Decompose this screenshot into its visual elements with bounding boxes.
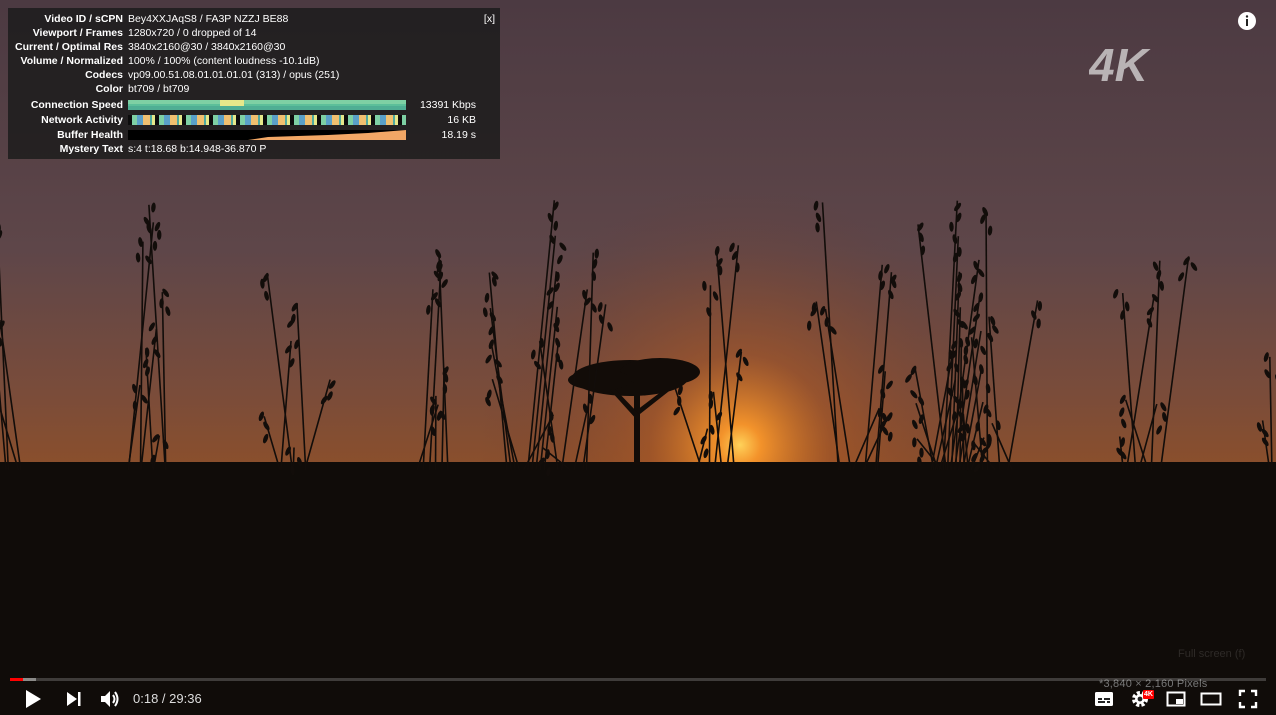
stat-value: vp09.00.51.08.01.01.01.01 (313) / opus (… [128,69,340,81]
next-icon[interactable] [64,688,84,710]
stat-label: Mystery Text [59,143,123,155]
fullscreen-tooltip: Full screen (f) [1178,648,1246,660]
stat-row: Current / Optimal Res 3840x2160@30 / 3840… [8,40,500,54]
progress-played [10,678,23,681]
stat-row: Video ID / sCPN Bey4XXJAqS8 / FA3P NZZJ B… [8,12,500,26]
connection-speed-graph [128,99,406,110]
buffer-health-row: Buffer Health 18.19 s [8,127,500,142]
stat-value: 3840x2160@30 / 3840x2160@30 [128,41,286,53]
stat-row: Viewport / Frames 1280x720 / 0 dropped of… [8,26,500,40]
svg-text:4K: 4K [1089,44,1151,84]
network-activity-graph [128,114,406,125]
stat-value: 18.19 s [441,128,476,141]
stat-label: Buffer Health [57,128,123,141]
volume-icon[interactable] [99,688,121,710]
stat-row: Mystery Text s:4 t:18.68 b:14.948-36.870 … [8,142,500,156]
stat-value: 13391 Kbps [419,98,476,111]
connection-speed-row: Connection Speed 13391 Kbps [8,97,500,112]
info-icon[interactable] [1237,11,1257,31]
stat-row: Color bt709 / bt709 [8,82,500,96]
stat-value: bt709 / bt709 [128,83,190,95]
stat-value: 16 KB [447,113,476,126]
stat-value: Bey4XXJAqS8 / FA3P NZZJ BE88 [128,13,289,25]
stat-value: 1280x720 / 0 dropped of 14 [128,27,257,39]
network-activity-row: Network Activity 16 KB [8,112,500,127]
stat-row: Volume / Normalized 100% / 100% (content … [8,54,500,68]
stats-for-nerds-panel: [x] Video ID / sCPN Bey4XXJAqS8 / FA3P NZ… [8,8,500,159]
stat-row: Codecs vp09.00.51.08.01.01.01.01 (313) / … [8,68,500,82]
play-icon[interactable] [23,688,43,710]
stat-value: s:4 t:18.68 b:14.948-36.870 P [128,143,267,155]
time-display: 0:18 / 29:36 [133,691,202,706]
stat-value: 100% / 100% (content loudness -10.1dB) [128,55,320,67]
theater-mode-icon[interactable] [1200,688,1222,710]
stat-label: Connection Speed [30,98,123,111]
buffer-health-graph [128,129,406,140]
stat-label: Video ID / sCPN [44,13,123,25]
stat-label: Volume / Normalized [20,55,124,67]
quality-badge: 4K [1143,690,1154,699]
stat-label: Codecs [85,69,123,81]
progress-bar[interactable] [10,678,1266,681]
4k-logo: 4K [1089,44,1151,84]
subtitles-icon[interactable] [1094,688,1114,710]
close-stats-button[interactable]: [x] [484,12,495,26]
fullscreen-icon[interactable] [1238,688,1258,710]
miniplayer-icon[interactable] [1166,688,1186,710]
stat-label: Viewport / Frames [32,27,123,39]
stat-label: Current / Optimal Res [15,41,123,53]
stat-label: Color [95,83,123,95]
stat-label: Network Activity [41,113,123,126]
